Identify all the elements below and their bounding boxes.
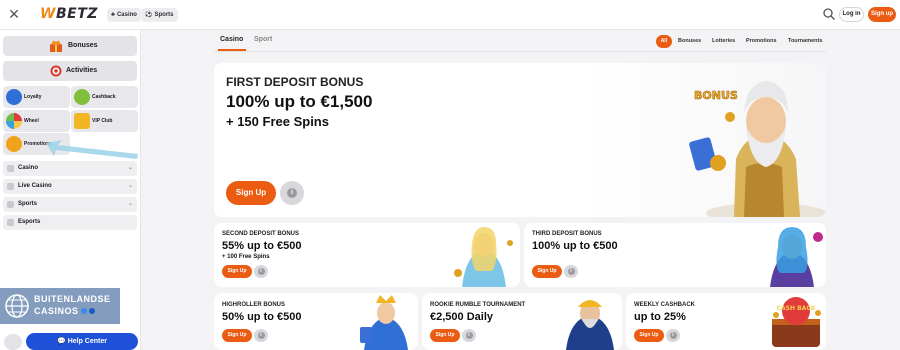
- card-info-button[interactable]: i: [254, 265, 268, 278]
- sidebar-tile-loyalty[interactable]: Loyalty: [3, 86, 70, 108]
- king-illustration: [360, 295, 408, 350]
- card-signup-button[interactable]: Sign Up: [222, 265, 252, 278]
- cards-icon: [7, 165, 14, 172]
- hero-info-button[interactable]: i: [280, 181, 304, 205]
- logo[interactable]: WBETZ: [40, 6, 98, 22]
- sidebar-activities-button[interactable]: Activities: [3, 61, 137, 81]
- info-icon: i: [257, 268, 265, 275]
- card-signup-button[interactable]: Sign Up: [532, 265, 562, 278]
- hero-art-text: BONUS: [694, 89, 738, 102]
- card-signup-button[interactable]: Sign Up: [634, 329, 664, 342]
- ball-icon: ⚽: [145, 12, 153, 18]
- close-icon[interactable]: ✕: [6, 6, 22, 22]
- ball-icon: [7, 201, 14, 208]
- filter-promotions[interactable]: Promotions: [746, 38, 777, 44]
- crown-icon: [74, 113, 90, 129]
- info-icon: i: [287, 188, 297, 198]
- card-offer: 50% up to €500: [222, 311, 302, 323]
- tab-divider: [214, 51, 826, 52]
- card-info-button[interactable]: i: [462, 329, 476, 342]
- filter-lotteries[interactable]: Lotteries: [712, 38, 735, 44]
- sidebar-tile-wheel[interactable]: Wheel: [3, 110, 70, 132]
- promo-card-third-deposit[interactable]: THIRD DEPOSIT BONUS 100% up to €500 Sign…: [524, 223, 826, 287]
- card-info-button[interactable]: i: [666, 329, 680, 342]
- nav-pill-sports[interactable]: ⚽ Sports: [141, 8, 178, 22]
- info-icon: i: [669, 332, 677, 339]
- card-title: WEEKLY CASHBACK: [634, 302, 696, 308]
- nav-pill-casino[interactable]: ♣ Casino: [107, 8, 141, 22]
- cashback-art-text: CASH BACK: [777, 305, 816, 312]
- live-icon: [7, 183, 14, 190]
- globe-icon: [5, 294, 29, 318]
- cards-icon: ♣: [111, 12, 115, 18]
- signup-button[interactable]: Sign up: [868, 7, 896, 22]
- hero-title: FIRST DEPOSIT BONUS: [226, 75, 364, 89]
- filter-tournaments[interactable]: Tournaments: [788, 38, 822, 44]
- hero-subtitle: + 150 Free Spins: [226, 114, 329, 129]
- target-icon: [50, 65, 62, 77]
- zeus-illustration: BONUS: [689, 81, 826, 217]
- watermark-line-2: CASINOS: [34, 306, 95, 316]
- warrior-illustration: [566, 300, 614, 350]
- help-center-button[interactable]: 💬 Help Center: [26, 333, 138, 350]
- goddess-illustration: [454, 227, 513, 287]
- card-offer: 55% up to €500: [222, 240, 302, 252]
- cash-icon: [74, 89, 90, 105]
- sidebar-tile-cashback[interactable]: Cashback: [71, 86, 138, 108]
- watermark-line-1: BUITENLANDSE: [34, 294, 111, 304]
- card-offer: €2,500 Daily: [430, 311, 493, 323]
- shield-icon: [6, 89, 22, 105]
- card-title: THIRD DEPOSIT BONUS: [532, 231, 602, 237]
- chevron-down-icon: ⌄: [127, 183, 133, 189]
- avatar-button[interactable]: [4, 334, 22, 350]
- card-info-button[interactable]: i: [564, 265, 578, 278]
- sidebar-bonuses-button[interactable]: Bonuses: [3, 36, 137, 56]
- card-subtitle: + 100 Free Spins: [222, 254, 270, 260]
- card-signup-button[interactable]: Sign Up: [222, 329, 252, 342]
- card-info-button[interactable]: i: [254, 329, 268, 342]
- search-icon[interactable]: [822, 7, 836, 21]
- chevron-down-icon: ⌄: [127, 201, 133, 207]
- cashback-chest-illustration: CASH BACK: [772, 297, 821, 347]
- wheel-icon: [6, 113, 22, 129]
- queen-illustration: [770, 227, 823, 287]
- promo-card-weekly-cashback[interactable]: WEEKLY CASHBACK up to 25% Sign Up i CASH…: [626, 293, 826, 350]
- annotation-arrow: [46, 140, 138, 159]
- sidebar-tile-vip-club[interactable]: VIP Club: [71, 110, 138, 132]
- tab-sport[interactable]: Sport: [254, 36, 272, 43]
- login-button[interactable]: Log in: [839, 7, 864, 22]
- info-icon: i: [465, 332, 473, 339]
- top-bar: ✕ WBETZ ♣ Casino ⚽ Sports Log in Sign up: [0, 0, 900, 30]
- hero-promo-card[interactable]: FIRST DEPOSIT BONUS 100% up to €1,500 + …: [214, 63, 826, 217]
- watermark: BUITENLANDSE CASINOS: [0, 288, 120, 324]
- chevron-down-icon: ⌄: [127, 165, 133, 171]
- sidebar-item-live-casino[interactable]: Live Casino ⌄: [3, 179, 137, 194]
- coin-icon: [6, 136, 22, 152]
- gift-icon: [50, 41, 62, 52]
- sidebar-item-sports[interactable]: Sports ⌄: [3, 197, 137, 212]
- promo-card-highroller[interactable]: HIGHROLLER BONUS 50% up to €500 Sign Up …: [214, 293, 418, 350]
- filter-bonuses[interactable]: Bonuses: [678, 38, 701, 44]
- hero-offer: 100% up to €1,500: [226, 92, 373, 111]
- info-icon: i: [257, 332, 265, 339]
- gamepad-icon: [7, 219, 14, 226]
- card-title: HIGHROLLER BONUS: [222, 302, 285, 308]
- sidebar-item-esports[interactable]: Esports: [3, 215, 137, 230]
- card-offer: up to 25%: [634, 311, 686, 323]
- sidebar-item-casino[interactable]: Casino ⌄: [3, 161, 137, 176]
- card-title: ROOKIE RUMBLE TOURNAMENT: [430, 302, 526, 308]
- card-offer: 100% up to €500: [532, 240, 618, 252]
- filter-all[interactable]: All: [656, 35, 672, 48]
- card-signup-button[interactable]: Sign Up: [430, 329, 460, 342]
- promo-card-rookie-rumble[interactable]: ROOKIE RUMBLE TOURNAMENT €2,500 Daily Si…: [422, 293, 622, 350]
- hero-signup-button[interactable]: Sign Up: [226, 181, 276, 205]
- info-icon: i: [567, 268, 575, 275]
- tab-casino[interactable]: Casino: [220, 36, 243, 43]
- card-title: SECOND DEPOSIT BONUS: [222, 231, 300, 237]
- promo-card-second-deposit[interactable]: SECOND DEPOSIT BONUS 55% up to €500 + 10…: [214, 223, 520, 287]
